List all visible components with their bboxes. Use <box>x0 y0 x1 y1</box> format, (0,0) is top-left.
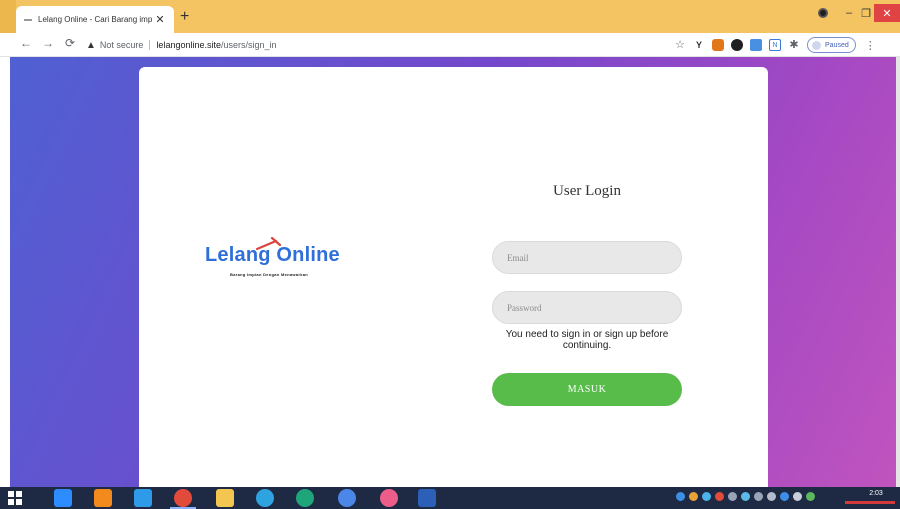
blue-square-icon[interactable] <box>750 39 762 51</box>
tray-app-icon[interactable] <box>728 492 737 501</box>
sign-in-notice: You need to sign in or sign up before co… <box>505 329 669 351</box>
windows-start-icon[interactable] <box>8 491 22 505</box>
logo-tagline: Barang Impian Dengan Menawarkan <box>230 272 308 277</box>
system-tray <box>676 492 815 501</box>
itunes-icon[interactable] <box>380 489 398 507</box>
browser-toolbar: ← → ⟳ ▲ Not secure lelangonline.site /us… <box>0 33 900 57</box>
dark-circle-icon[interactable] <box>731 39 743 51</box>
tray-app-icon[interactable] <box>689 492 698 501</box>
sublime-icon[interactable] <box>94 489 112 507</box>
chrome-icon[interactable] <box>174 489 192 507</box>
browser-tab[interactable]: Lelang Online - Cari Barang imp ✕ <box>16 6 174 33</box>
windows-taskbar: 2:03 <box>0 487 900 509</box>
edge-icon[interactable] <box>296 489 314 507</box>
star-icon[interactable]: ☆ <box>674 39 686 51</box>
more-menu-icon[interactable]: ⋮ <box>865 39 876 52</box>
network-icon[interactable] <box>806 492 815 501</box>
word-icon[interactable] <box>418 489 436 507</box>
login-card: Lelang Online Barang Impian Dengan Menaw… <box>139 67 768 487</box>
vscode-icon[interactable] <box>134 489 152 507</box>
extension-toolbar: ☆ Y N ✱ Paused ⋮ <box>674 37 876 53</box>
url-host[interactable]: lelangonline.site <box>156 40 221 50</box>
tray-app-icon[interactable] <box>767 492 776 501</box>
page-left-edge <box>0 57 10 487</box>
browser-tab-bar: Lelang Online - Cari Barang imp ✕ + – ❐ … <box>0 0 900 33</box>
warning-triangle-icon[interactable]: ▲ <box>86 40 96 51</box>
tab-close-icon[interactable]: ✕ <box>154 13 166 26</box>
tray-app-icon[interactable] <box>754 492 763 501</box>
reload-icon[interactable]: ⟳ <box>62 36 78 50</box>
tray-app-icon[interactable] <box>741 492 750 501</box>
url-path[interactable]: /users/sign_in <box>221 40 277 50</box>
y-extension-icon[interactable]: Y <box>693 39 705 51</box>
profile-status-label: Paused <box>825 41 849 49</box>
tray-app-icon[interactable] <box>715 492 724 501</box>
address-bar[interactable]: ▲ Not secure lelangonline.site /users/si… <box>86 36 686 54</box>
address-separator <box>149 40 151 50</box>
record-indicator-icon[interactable] <box>818 8 828 18</box>
tab-favicon-icon <box>24 18 32 21</box>
profile-paused-button[interactable]: Paused <box>807 37 856 53</box>
chrome-profile-icon[interactable] <box>338 489 356 507</box>
tray-app-icon[interactable] <box>780 492 789 501</box>
forward-arrow-icon[interactable]: → <box>40 36 56 50</box>
puzzle-icon[interactable]: ✱ <box>788 39 800 51</box>
tray-app-icon[interactable] <box>676 492 685 501</box>
taskbar-clock[interactable]: 2:03 <box>858 490 894 498</box>
close-window-button[interactable]: ✕ <box>874 4 900 22</box>
tray-app-icon[interactable] <box>702 492 711 501</box>
email-field[interactable] <box>492 241 682 274</box>
zoom-icon[interactable] <box>54 489 72 507</box>
file-explorer-icon[interactable] <box>216 489 234 507</box>
volume-icon[interactable] <box>793 492 802 501</box>
new-tab-button[interactable]: + <box>180 8 189 26</box>
clock-highlight <box>845 501 895 504</box>
telegram-icon[interactable] <box>256 489 274 507</box>
tab-bar-edge <box>0 0 16 33</box>
password-field[interactable] <box>492 291 682 324</box>
masuk-button[interactable]: MASUK <box>492 373 682 406</box>
logo-text: Lelang Online <box>205 244 340 266</box>
page-scrollbar[interactable] <box>896 57 900 487</box>
metamask-icon[interactable] <box>712 39 724 51</box>
code-extension-icon[interactable]: N <box>769 39 781 51</box>
page-title: User Login <box>553 183 621 199</box>
page-background: Lelang Online Barang Impian Dengan Menaw… <box>10 57 896 487</box>
avatar <box>812 40 821 50</box>
tab-title: Lelang Online - Cari Barang imp <box>38 15 153 24</box>
site-logo[interactable]: Lelang Online Barang Impian Dengan Menaw… <box>205 237 340 283</box>
back-arrow-icon[interactable]: ← <box>18 36 34 50</box>
security-label[interactable]: Not secure <box>100 40 144 50</box>
